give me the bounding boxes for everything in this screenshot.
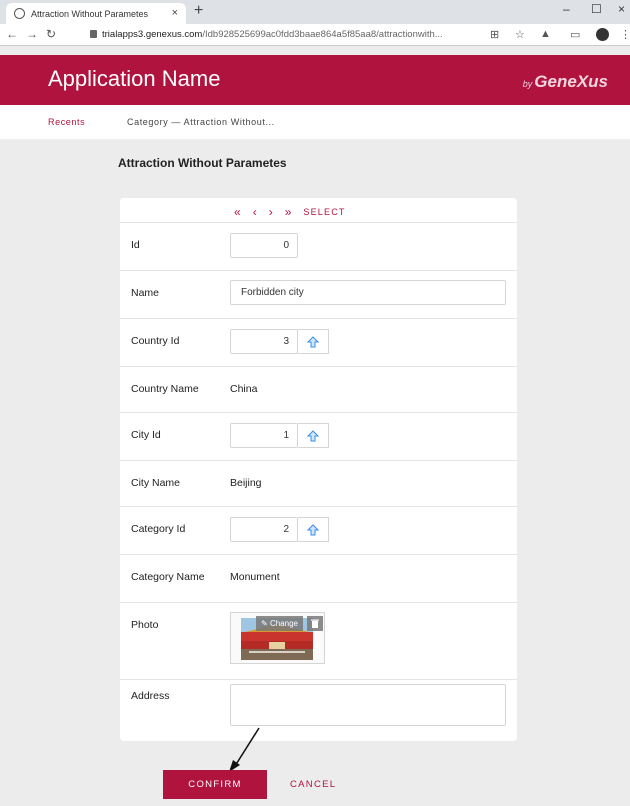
category-prompt-button[interactable] — [298, 517, 329, 542]
last-record-button[interactable]: » — [285, 205, 292, 219]
window-maximize-button[interactable]: ☐ — [591, 2, 602, 16]
extension-icon[interactable]: ▲ — [540, 28, 551, 40]
category-id-input[interactable]: 2 — [230, 517, 298, 542]
breadcrumb: Recents Category — Attraction Without... — [0, 105, 630, 139]
globe-icon — [14, 8, 25, 19]
photo-label: Photo — [131, 619, 159, 631]
record-navigation: « ‹ › » SELECT — [234, 205, 346, 219]
prompt-arrow-icon — [307, 429, 319, 441]
reload-icon[interactable]: ↻ — [46, 27, 56, 41]
window-minimize-button[interactable]: – — [563, 2, 570, 16]
category-id-label: Category Id — [131, 523, 186, 535]
category-name-label: Category Name — [131, 571, 205, 583]
menu-dots-icon[interactable]: ⋮ — [620, 28, 630, 41]
address-textarea[interactable] — [230, 684, 506, 726]
confirm-button[interactable]: CONFIRM — [163, 770, 267, 799]
photo-field[interactable]: ✎ Change — [230, 612, 325, 664]
name-input[interactable]: Forbidden city — [230, 280, 506, 305]
category-name-value: Monument — [230, 571, 280, 583]
country-id-label: Country Id — [131, 335, 180, 347]
url-path: /Idb928525699ac0fdd3baae864a5f85aa8/attr… — [202, 29, 443, 40]
tab-close-button[interactable]: × — [172, 7, 178, 19]
brand-name: GeneXus — [534, 72, 608, 91]
app-header: Application Name by GeneXus — [0, 55, 630, 105]
form-card: « ‹ › » SELECT Id 0 Name Forbidden city … — [120, 198, 517, 741]
country-name-value: China — [230, 383, 258, 395]
delete-photo-button[interactable] — [307, 616, 323, 631]
change-photo-button[interactable]: ✎ Change — [256, 616, 303, 631]
url-host: trialapps3.genexus.com — [102, 29, 203, 40]
country-name-label: Country Name — [131, 383, 199, 395]
brand-prefix: by — [522, 79, 533, 89]
cancel-button[interactable]: CANCEL — [290, 779, 336, 790]
page-title: Attraction Without Parametes — [118, 156, 287, 170]
next-record-button[interactable]: › — [269, 205, 273, 219]
id-label: Id — [131, 239, 140, 251]
id-input[interactable]: 0 — [230, 233, 298, 258]
browser-tab-title: Attraction Without Parametes — [31, 8, 149, 19]
profile-avatar-icon[interactable] — [596, 28, 609, 41]
first-record-button[interactable]: « — [234, 205, 241, 219]
app-name: Application Name — [48, 66, 221, 91]
city-prompt-button[interactable] — [298, 423, 329, 448]
country-id-input[interactable]: 3 — [230, 329, 298, 354]
city-name-value: Beijing — [230, 477, 262, 489]
name-row: Name Forbidden city — [120, 270, 517, 318]
forward-arrow-icon[interactable]: → — [26, 27, 38, 41]
star-icon[interactable]: ☆ — [515, 28, 525, 41]
city-id-input[interactable]: 1 — [230, 423, 298, 448]
prompt-arrow-icon — [307, 523, 319, 535]
window-close-button[interactable]: × — [618, 2, 625, 16]
city-name-row: City Name Beijing — [120, 460, 517, 508]
select-button[interactable]: SELECT — [303, 207, 345, 217]
cast-icon[interactable]: ▭ — [570, 28, 580, 41]
name-label: Name — [131, 287, 160, 299]
country-id-row: Country Id 3 — [120, 318, 517, 366]
url-field[interactable]: trialapps3.genexus.com/Idb928525699ac0fd… — [102, 29, 482, 40]
prompt-arrow-icon — [307, 335, 319, 347]
country-name-row: Country Name China — [120, 366, 517, 414]
annotation-arrow-icon — [229, 727, 260, 772]
country-prompt-button[interactable] — [298, 329, 329, 354]
genexus-logo: by GeneXus — [523, 72, 608, 92]
recents-link[interactable]: Recents — [48, 117, 85, 127]
translate-icon[interactable]: ⊞ — [490, 28, 499, 41]
photo-row: Photo ✎ Change — [120, 602, 517, 679]
city-id-row: City Id 1 — [120, 412, 517, 460]
previous-record-button[interactable]: ‹ — [253, 205, 257, 219]
breadcrumb-current[interactable]: Category — Attraction Without... — [127, 117, 275, 127]
category-name-row: Category Name Monument — [120, 554, 517, 602]
address-label: Address — [131, 690, 170, 702]
trash-icon — [311, 619, 319, 628]
city-name-label: City Name — [131, 477, 181, 489]
change-photo-label: Change — [269, 619, 298, 628]
new-tab-button[interactable]: + — [194, 2, 203, 20]
category-id-row: Category Id 2 — [120, 506, 517, 554]
city-id-label: City Id — [131, 429, 161, 441]
back-arrow-icon[interactable]: ← — [6, 27, 18, 41]
browser-tab[interactable]: Attraction Without Parametes × — [6, 3, 186, 24]
browser-tab-strip: Attraction Without Parametes × + – ☐ × — [0, 0, 630, 24]
address-bar: ← → ↻ trialapps3.genexus.com/Idb92852569… — [0, 24, 630, 46]
id-row: Id 0 — [120, 222, 517, 270]
address-row: Address — [120, 679, 517, 741]
lock-icon — [90, 30, 97, 38]
